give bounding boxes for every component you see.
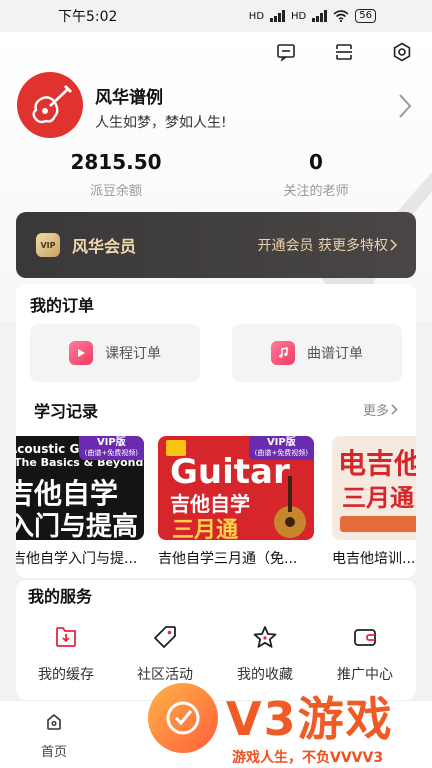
signal-icon <box>270 10 286 22</box>
home-icon <box>47 713 61 730</box>
settings-icon[interactable] <box>390 40 414 64</box>
history-item[interactable]: Acoustic Guitar The Basics & Beyond 吉他自学… <box>16 436 144 568</box>
vip-badge-icon: VIP <box>36 233 60 257</box>
balance-value: 2815.50 <box>70 150 162 174</box>
orders-title: 我的订单 <box>30 296 95 315</box>
avatar[interactable] <box>17 72 83 138</box>
tab-home[interactable]: 首页 <box>30 713 78 760</box>
history-title: 学习记录 <box>34 402 99 421</box>
service-community[interactable]: 社区活动 <box>120 624 210 684</box>
vip-tag-sub: (曲谱+免费视频) <box>254 449 308 457</box>
chevron-right-icon[interactable] <box>398 93 412 119</box>
watermark-overlay: V3游戏 游戏人生，不负VVVV3 <box>146 683 432 768</box>
services-card: 我的服务 我的缓存 社区活动 我的收藏 推广中心 <box>16 580 416 700</box>
history-item[interactable]: Guitar 吉他自学 三月通 VIP版 (曲谱+免费视频) 吉他自学三月通（免… <box>158 436 314 568</box>
signal-hd-label-2: HD <box>291 10 307 22</box>
tag-icon <box>154 626 176 648</box>
status-icons: HD HD 56 <box>249 9 376 23</box>
book-cover: Acoustic Guitar The Basics & Beyond 吉他自学… <box>16 436 144 540</box>
more-history-link[interactable]: 更多 <box>363 400 398 419</box>
sheet-orders-button[interactable]: 曲谱订单 <box>232 324 402 382</box>
more-label: 更多 <box>362 404 389 419</box>
vip-membership-card[interactable]: VIP 风华会员 开通会员 获更多特权 <box>16 212 416 278</box>
book-title: 吉他自学三月通（免... <box>158 551 298 567</box>
play-icon <box>69 341 93 365</box>
cover-badge <box>340 516 416 532</box>
guitar-logo-icon <box>32 84 73 124</box>
status-time: 下午5:02 <box>58 9 118 25</box>
watermark-slogan: 游戏人生，不负VVVV3 <box>232 750 384 766</box>
book-title: 电吉他培训... <box>332 551 416 567</box>
orders-history-card: 我的订单 课程订单 曲谱订单 学习记录 更多 Acoustic Guitar T… <box>16 284 416 578</box>
vip-cta[interactable]: 开通会员 获更多特权 <box>258 235 398 255</box>
signal-icon-2 <box>312 10 328 22</box>
history-item[interactable]: 电吉他 三月通 电吉他培训... <box>332 436 416 568</box>
followed-teachers-stat[interactable]: 0 关注的老师 <box>266 150 366 199</box>
teachers-value: 0 <box>309 150 323 174</box>
balance-label: 派豆余额 <box>89 184 142 199</box>
music-note-icon <box>271 341 295 365</box>
header-actions <box>274 40 414 64</box>
vip-tag-label: VIP版 <box>266 437 296 448</box>
service-label: 我的收藏 <box>237 667 293 683</box>
course-orders-button[interactable]: 课程订单 <box>30 324 200 382</box>
cover-text: 入门与提高 <box>16 512 139 540</box>
cover-text: 电吉他 <box>338 447 416 480</box>
tab-home-label: 首页 <box>40 745 67 760</box>
cover-text: 三月通 <box>172 518 239 540</box>
service-label: 我的缓存 <box>38 667 94 683</box>
status-bar: 下午5:02 HD HD 56 <box>0 0 432 32</box>
sheet-orders-label: 曲谱订单 <box>307 346 363 362</box>
vip-tag-label: VIP版 <box>96 437 126 448</box>
vip-tag: VIP版 (曲谱+免费视频) <box>248 436 314 460</box>
star-icon <box>253 626 277 648</box>
download-icon <box>56 627 76 647</box>
signal-hd-label-1: HD <box>248 10 265 22</box>
cover-text: 三月通 <box>342 484 414 512</box>
watermark-brand: V3游戏 <box>226 692 394 746</box>
vip-cta-label: 开通会员 获更多特权 <box>257 238 388 254</box>
book-title: 吉他自学入门与提... <box>16 551 138 567</box>
vip-tag: VIP版 (曲谱+免费视频) <box>78 436 144 460</box>
profile-name[interactable]: 风华谱例 <box>95 83 163 108</box>
watermark-logo-icon <box>148 683 218 753</box>
service-label: 推广中心 <box>337 667 393 683</box>
wallet-icon <box>354 629 376 646</box>
chevron-right-icon <box>390 239 398 251</box>
battery-icon: 56 <box>355 9 376 23</box>
chevron-right-icon <box>391 404 398 415</box>
history-list: Acoustic Guitar The Basics & Beyond 吉他自学… <box>16 436 416 576</box>
book-cover: Guitar 吉他自学 三月通 VIP版 (曲谱+免费视频) <box>158 436 314 540</box>
wifi-icon <box>333 10 349 22</box>
teachers-label: 关注的老师 <box>283 184 349 199</box>
profile-motto: 人生如梦，梦如人生! <box>95 115 227 131</box>
service-label: 社区活动 <box>137 667 193 683</box>
message-icon[interactable] <box>274 40 298 64</box>
service-cache[interactable]: 我的缓存 <box>21 624 111 684</box>
service-promotion[interactable]: 推广中心 <box>320 624 410 684</box>
book-cover: 电吉他 三月通 <box>332 436 416 540</box>
course-orders-label: 课程订单 <box>105 346 161 362</box>
vip-title: 风华会员 <box>72 237 137 256</box>
services-title: 我的服务 <box>28 587 93 606</box>
service-favorites[interactable]: 我的收藏 <box>220 624 310 684</box>
scan-icon[interactable] <box>332 40 356 64</box>
guitar-illustration-icon <box>274 476 306 538</box>
balance-stat[interactable]: 2815.50 派豆余额 <box>66 150 166 199</box>
vip-tag-sub: (曲谱+免费视频) <box>84 449 138 457</box>
